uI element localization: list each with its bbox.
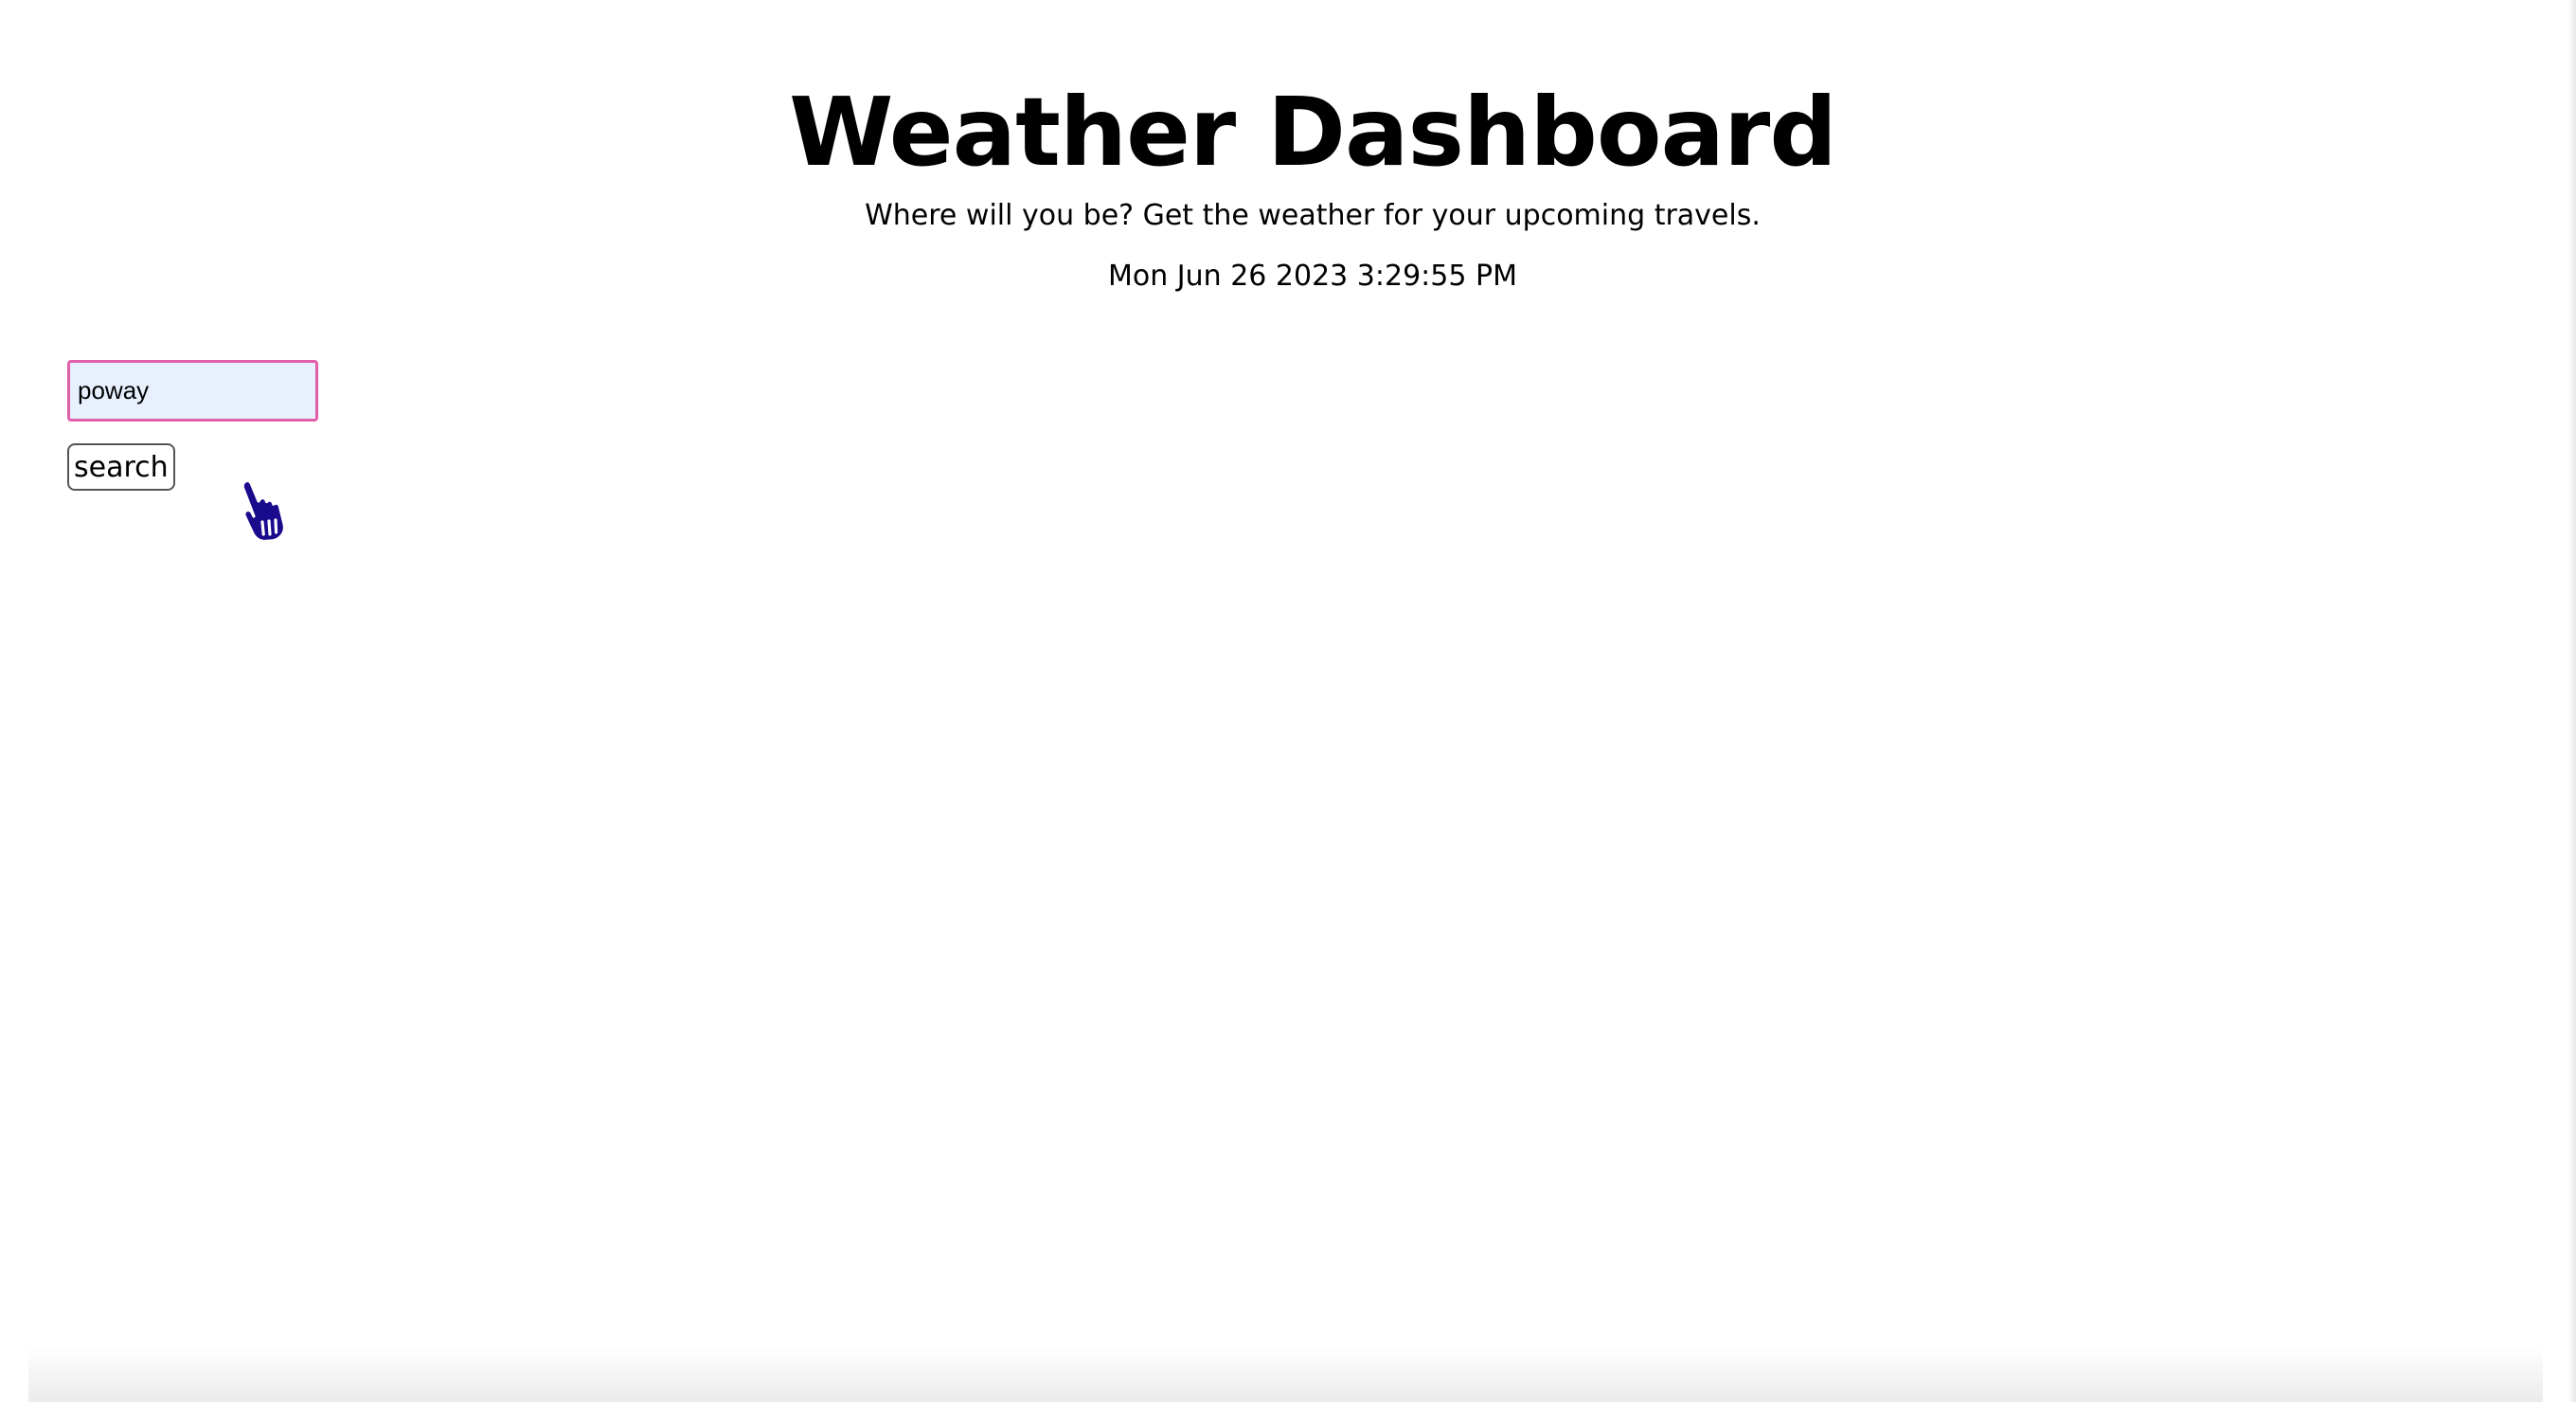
page-subtitle: Where will you be? Get the weather for y… bbox=[865, 199, 1761, 232]
hand-pointer-icon bbox=[241, 478, 287, 544]
page-title: Weather Dashboard bbox=[789, 77, 1837, 188]
window-bottom-shadow bbox=[28, 1345, 2543, 1402]
search-form: search bbox=[67, 360, 318, 491]
search-button[interactable]: search bbox=[67, 443, 175, 491]
current-datetime: Mon Jun 26 2023 3:29:55 PM bbox=[1108, 260, 1517, 293]
city-search-input[interactable] bbox=[67, 360, 318, 422]
window-right-edge bbox=[2568, 0, 2576, 1402]
